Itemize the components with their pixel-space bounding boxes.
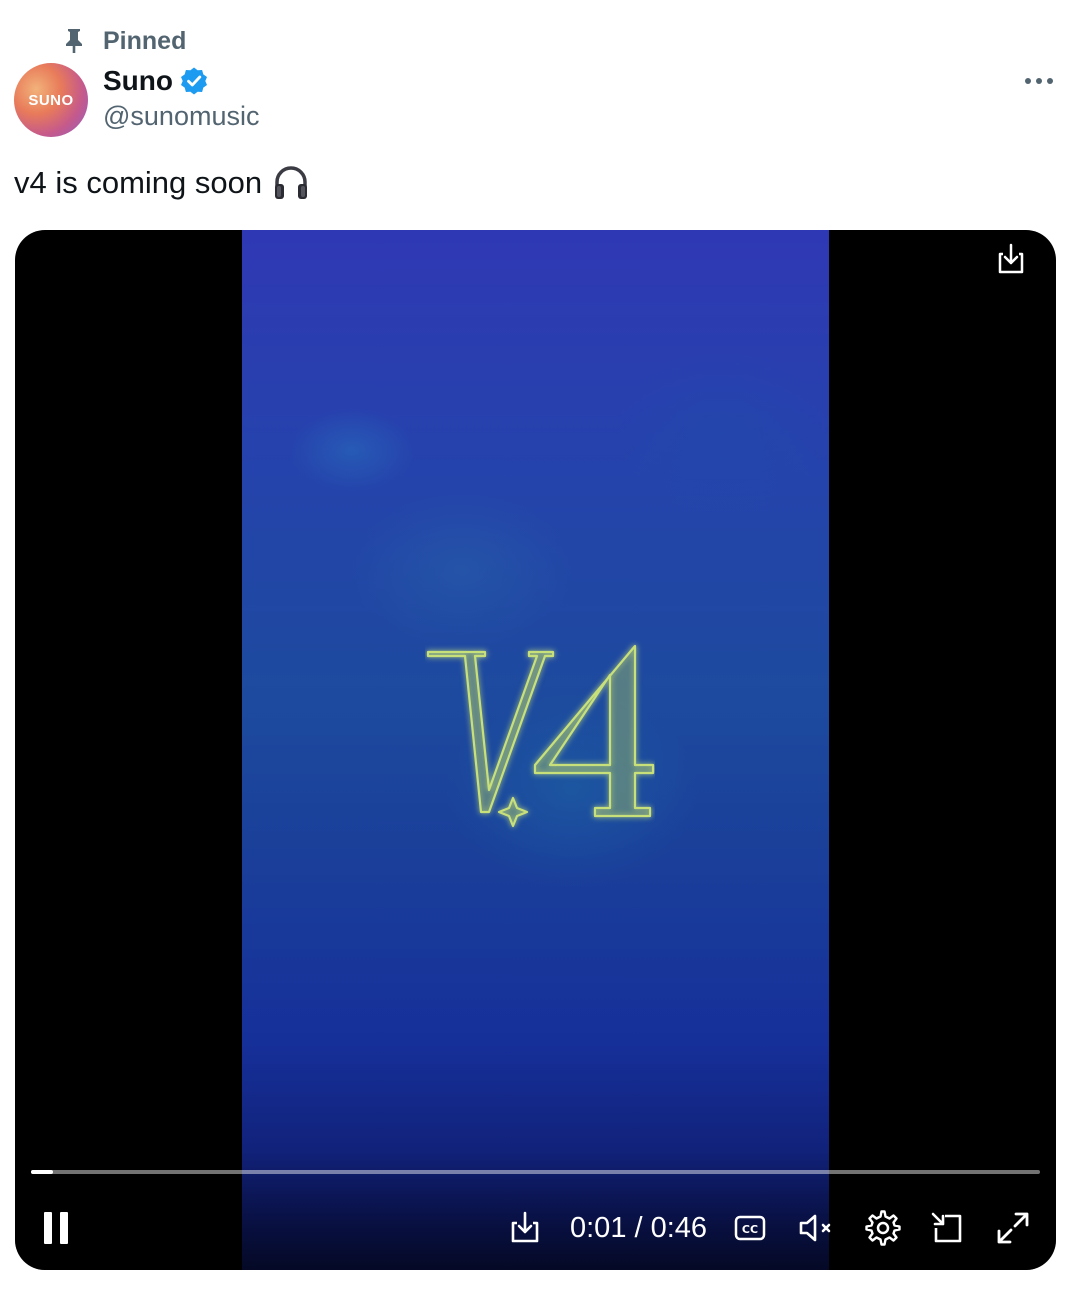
headphones-icon — [272, 164, 310, 202]
more-options-button[interactable] — [1018, 64, 1060, 98]
video-frame[interactable] — [242, 230, 829, 1270]
tweet-text: v4 is coming soon — [14, 164, 310, 202]
pinned-label: Pinned — [103, 26, 187, 55]
picture-in-picture-icon[interactable] — [15, 1206, 51, 1250]
fullscreen-icon[interactable] — [995, 1206, 1031, 1250]
display-name[interactable]: Suno — [103, 65, 173, 97]
video-player[interactable]: 0:01 / 0:46 CC — [15, 230, 1056, 1270]
download-icon[interactable] — [994, 242, 1028, 276]
settings-gear-icon[interactable] — [865, 1206, 901, 1250]
tweet-text-body: v4 is coming soon — [14, 165, 263, 200]
mute-icon[interactable] — [797, 1206, 837, 1250]
more-dot — [1025, 78, 1031, 84]
author-name-row[interactable]: Suno — [103, 62, 209, 100]
svg-text:CC: CC — [742, 1223, 758, 1236]
verified-badge-icon[interactable] — [179, 66, 209, 96]
captions-icon[interactable]: CC — [733, 1206, 767, 1250]
time-display: 0:01 / 0:46 — [570, 1212, 708, 1244]
v4-logo — [426, 644, 655, 828]
pinned-indicator: Pinned — [60, 24, 186, 58]
avatar-logo-text: SUNO — [28, 91, 74, 109]
picture-in-picture-icon[interactable] — [929, 1206, 965, 1250]
more-dot — [1047, 78, 1053, 84]
author-handle[interactable]: @sunomusic — [103, 101, 259, 132]
progress-fill — [31, 1170, 54, 1174]
progress-bar[interactable] — [31, 1170, 1040, 1174]
download-video-icon[interactable] — [505, 1206, 545, 1250]
pin-icon — [60, 27, 88, 55]
more-dot — [1036, 78, 1042, 84]
avatar[interactable]: SUNO — [14, 63, 88, 137]
pause-bar — [60, 1212, 68, 1244]
